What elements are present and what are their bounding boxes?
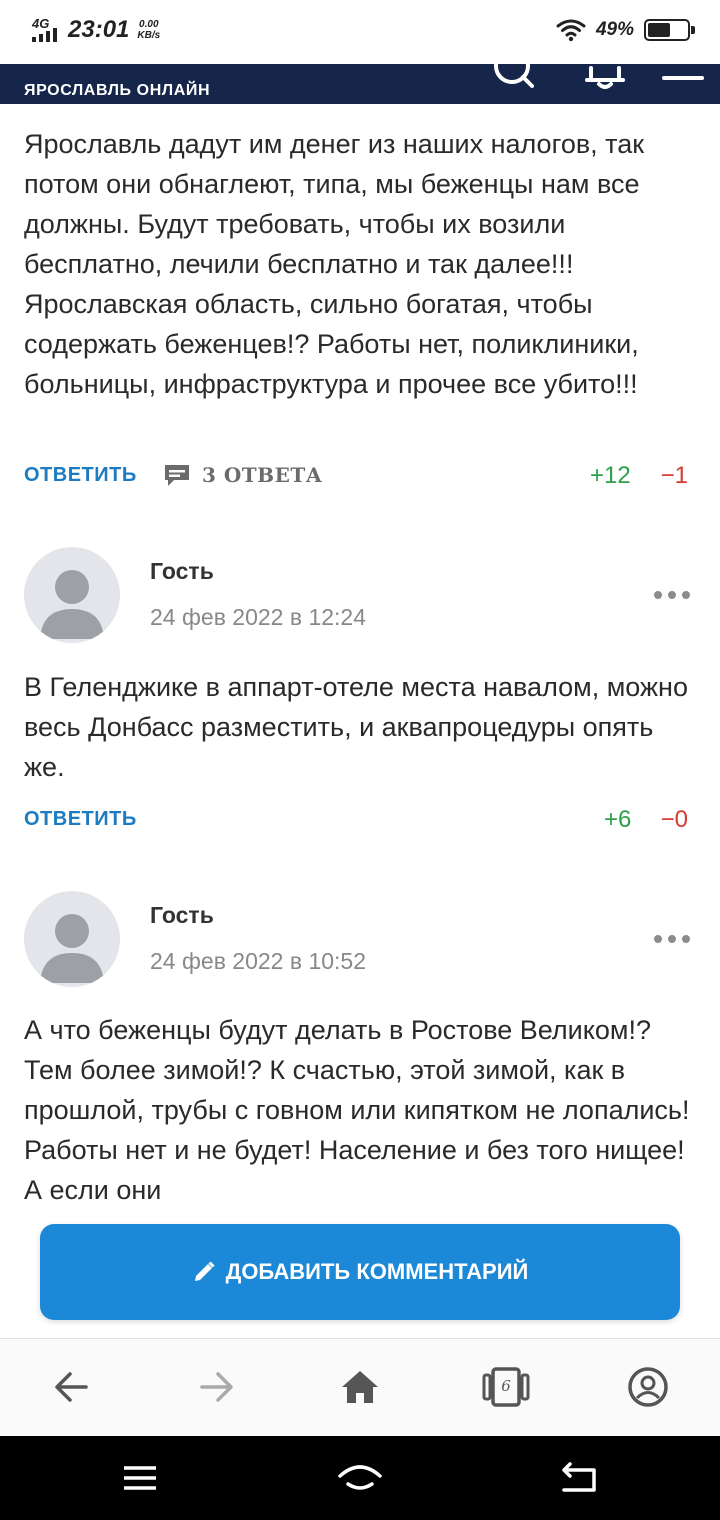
site-subtitle: ЯРОСЛАВЛЬ ОНЛАЙН — [24, 82, 211, 99]
add-comment-label: ДОБАВИТЬ КОММЕНТАРИЙ — [225, 1259, 529, 1284]
status-left: 4G 23:01 0.00 KB/s — [30, 16, 160, 44]
network-speed-value: 0.00 — [139, 19, 159, 30]
menu-icon[interactable] — [660, 64, 706, 104]
back-nav-icon[interactable] — [556, 1458, 604, 1498]
browser-toolbar: 6 — [0, 1338, 720, 1436]
comment-actions: ОТВЕТИТЬ 3 ОТВЕТА +12 −1 — [0, 458, 720, 494]
pencil-icon — [194, 1261, 215, 1281]
back-arrow-icon[interactable] — [50, 1365, 94, 1409]
network-speed: 0.00 KB/s — [137, 19, 160, 41]
vote-up-button[interactable]: +6 — [604, 806, 631, 834]
reply-button[interactable]: ОТВЕТИТЬ — [24, 808, 137, 831]
status-bar: 4G 23:01 0.00 KB/s 49% — [0, 0, 720, 64]
status-time: 23:01 — [68, 16, 130, 43]
add-comment-button[interactable]: ДОБАВИТЬ КОММЕНТАРИЙ — [40, 1224, 680, 1320]
comment-author: Гость — [150, 902, 214, 928]
forward-arrow-icon[interactable] — [194, 1365, 238, 1409]
vote-down-button[interactable]: −0 — [661, 806, 688, 834]
system-nav-bar — [0, 1436, 720, 1520]
vote-down-button[interactable]: −1 — [661, 462, 688, 490]
vote-up-button[interactable]: +12 — [590, 462, 631, 490]
battery-icon — [644, 19, 695, 41]
battery-percent: 49% — [595, 19, 634, 40]
home-nav-icon[interactable] — [336, 1458, 384, 1498]
recent-apps-icon[interactable] — [116, 1458, 164, 1498]
wifi-icon — [556, 19, 586, 42]
comment-author: Гость — [150, 558, 214, 584]
tabs-icon[interactable]: 6 — [482, 1365, 530, 1409]
user-placeholder-icon — [40, 914, 104, 983]
network-speed-unit: KB/s — [137, 30, 161, 41]
user-placeholder-icon — [40, 570, 104, 639]
site-header: ЯРОСЛАВЛЬ ОНЛАЙН — [0, 64, 720, 104]
comment-text: Ярославль дадут им денег из наших налого… — [24, 129, 645, 399]
search-icon[interactable] — [490, 64, 538, 104]
home-icon[interactable] — [338, 1365, 382, 1409]
avatar — [24, 891, 120, 987]
reply-button[interactable]: ОТВЕТИТЬ — [24, 464, 137, 487]
tabs-count: 6 — [501, 1377, 511, 1395]
avatar — [24, 547, 120, 643]
profile-icon[interactable] — [626, 1365, 670, 1409]
answers-count: 3 ОТВЕТА — [202, 463, 323, 487]
answers-link[interactable]: 3 ОТВЕТА — [162, 462, 323, 488]
comment-date: 24 фев 2022 в 10:52 — [150, 948, 367, 974]
comment-bubble-icon — [165, 465, 189, 486]
comment-date: 24 фев 2022 в 12:24 — [150, 604, 367, 630]
bell-icon[interactable] — [582, 64, 628, 104]
signal-icon: 4G — [30, 16, 60, 44]
comment-actions: ОТВЕТИТЬ +6 −0 — [0, 802, 720, 838]
more-options-icon[interactable] — [654, 591, 690, 601]
comment-text: В Геленджике в аппарт-отеле места навало… — [24, 672, 688, 782]
more-options-icon[interactable] — [654, 935, 690, 945]
site-logo[interactable] — [22, 64, 282, 74]
status-right: 49% — [556, 18, 695, 42]
